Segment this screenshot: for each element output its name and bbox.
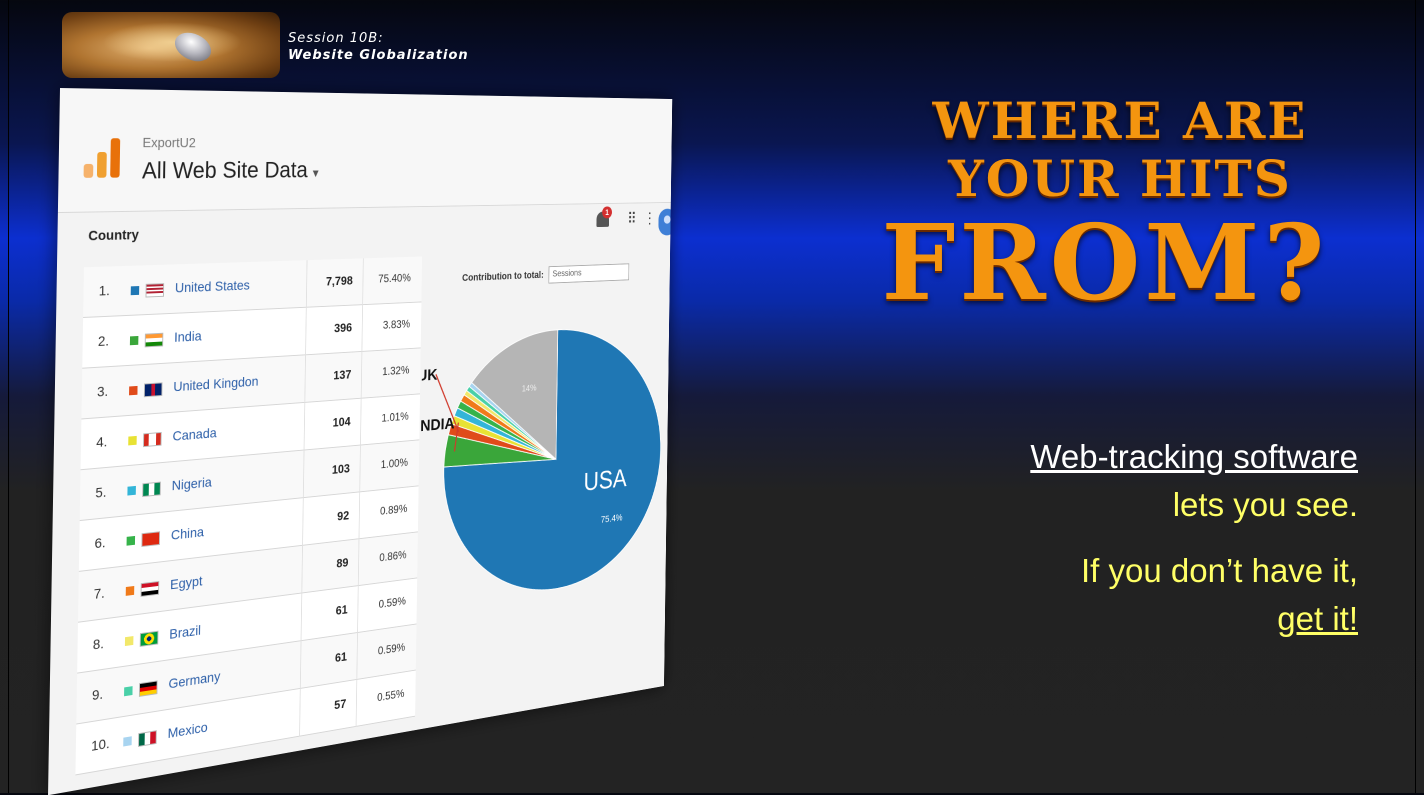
sessions-value: 92 <box>337 508 350 524</box>
contribution-control: Contribution to total: Sessions <box>462 263 630 287</box>
contribution-select-value: Sessions <box>552 268 582 280</box>
series-color-swatch <box>126 535 136 546</box>
pie-label-other: 14% <box>522 383 537 394</box>
property-name: All Web Site Data <box>141 157 308 185</box>
panel-header: ExportU2 All Web Site Data ▾ <box>57 88 673 214</box>
usa-callout-label: USA <box>583 464 627 497</box>
session-number: Session 10B: <box>288 31 384 46</box>
get-it-text: get it! <box>1277 600 1358 637</box>
sessions-percent: 0.89% <box>379 501 408 518</box>
sessions-value: 103 <box>331 461 350 477</box>
headline-line-1: Where Are <box>932 91 1308 150</box>
country-link[interactable]: Mexico <box>168 719 208 741</box>
chevron-down-icon: ▾ <box>312 165 319 180</box>
row-rank: 2. <box>97 332 110 349</box>
row-rank: 7. <box>93 584 105 602</box>
series-color-swatch <box>128 435 137 446</box>
country-link[interactable]: Germany <box>168 668 220 691</box>
series-color-swatch <box>124 636 134 647</box>
series-color-swatch <box>124 686 133 697</box>
eg-flag-icon <box>140 580 160 597</box>
row-rank: 8. <box>92 635 105 653</box>
row-rank: 9. <box>91 685 104 704</box>
sessions-percent: 0.59% <box>378 594 406 611</box>
headline-line-3: From? <box>881 201 1329 324</box>
series-color-swatch <box>123 736 132 747</box>
de-flag-icon <box>138 680 158 697</box>
row-rank: 5. <box>95 483 107 501</box>
sessions-percent: 1.00% <box>380 455 409 472</box>
notifications-button[interactable]: 1 <box>595 206 613 228</box>
in-flag-icon <box>144 332 164 348</box>
contribution-select[interactable]: Sessions <box>548 263 630 284</box>
sessions-value: 7,798 <box>325 273 353 289</box>
country-link[interactable]: Egypt <box>170 573 203 592</box>
session-topic: Website Globalization <box>288 48 469 63</box>
row-rank: 4. <box>96 433 108 451</box>
if-you-dont-text: If you don’t have it, <box>1080 552 1358 589</box>
row-rank: 3. <box>96 382 109 400</box>
sessions-percent: 0.59% <box>377 640 406 658</box>
sessions-percent: 1.01% <box>381 409 409 425</box>
row-rank: 1. <box>98 282 111 299</box>
series-color-swatch <box>129 335 139 346</box>
sessions-percent: 75.40% <box>378 271 411 286</box>
country-table: 1. United States 7,798 75.40% 2. India 396 3.83… <box>75 256 423 776</box>
analytics-panel: ExportU2 All Web Site Data ▾ Country 1 ⠿ … <box>48 88 673 795</box>
country-link[interactable]: United Kingdon <box>173 373 258 394</box>
series-color-swatch <box>130 286 140 296</box>
series-color-swatch <box>129 385 138 396</box>
sand-highlight <box>102 22 242 62</box>
sessions-value: 89 <box>336 555 349 571</box>
apps-grid-icon[interactable]: ⠿ <box>623 208 641 230</box>
sessions-value: 396 <box>334 320 353 336</box>
sessions-value: 61 <box>335 602 348 618</box>
sessions-percent: 1.32% <box>382 363 410 378</box>
sessions-value: 137 <box>333 367 352 383</box>
account-name: ExportU2 <box>142 134 196 151</box>
country-pie-chart: 75.4%14%USAUKINDIA <box>417 290 669 680</box>
ca-flag-icon <box>143 431 162 448</box>
country-column-header: Country <box>88 226 139 244</box>
more-vert-icon[interactable]: ⋮ <box>641 207 659 229</box>
headline-line-2: Your Hits <box>948 149 1292 208</box>
series-color-swatch <box>125 585 135 596</box>
sessions-percent: 0.86% <box>379 548 407 565</box>
notification-badge: 1 <box>602 206 613 219</box>
india-callout-label: INDIA <box>417 414 455 435</box>
property-selector[interactable]: All Web Site Data ▾ <box>142 158 319 186</box>
us-flag-icon <box>145 283 165 298</box>
uk-flag-icon <box>143 382 163 398</box>
slide-headline: Where Are Your Hits From? <box>840 92 1400 318</box>
country-link[interactable]: Nigeria <box>172 474 212 493</box>
row-rank: 10. <box>91 734 110 754</box>
sessions-value: 61 <box>334 649 348 665</box>
web-tracking-text: Web-tracking software <box>1030 438 1358 475</box>
sessions-value: 57 <box>334 696 347 713</box>
br-flag-icon <box>139 630 159 647</box>
lets-you-see-text: lets you see. <box>1172 486 1358 523</box>
mx-flag-icon <box>138 730 157 747</box>
header-thumbnail-image <box>62 12 280 78</box>
analytics-logo-icon <box>83 138 123 178</box>
country-link[interactable]: Canada <box>172 425 216 444</box>
country-link[interactable]: China <box>171 524 204 543</box>
row-rank: 6. <box>94 534 106 552</box>
session-title: Session 10B: Website Globalization <box>288 30 469 64</box>
cn-flag-icon <box>141 531 161 547</box>
sessions-percent: 0.55% <box>377 686 405 705</box>
series-color-swatch <box>127 485 136 496</box>
country-link[interactable]: India <box>174 328 202 345</box>
contribution-label: Contribution to total: <box>462 269 544 284</box>
avatar[interactable] <box>658 208 673 236</box>
country-link[interactable]: United States <box>175 277 250 295</box>
country-link[interactable]: Brazil <box>169 622 201 642</box>
sessions-percent: 3.83% <box>382 317 411 332</box>
sessions-value: 104 <box>332 414 351 430</box>
ng-flag-icon <box>142 481 161 498</box>
